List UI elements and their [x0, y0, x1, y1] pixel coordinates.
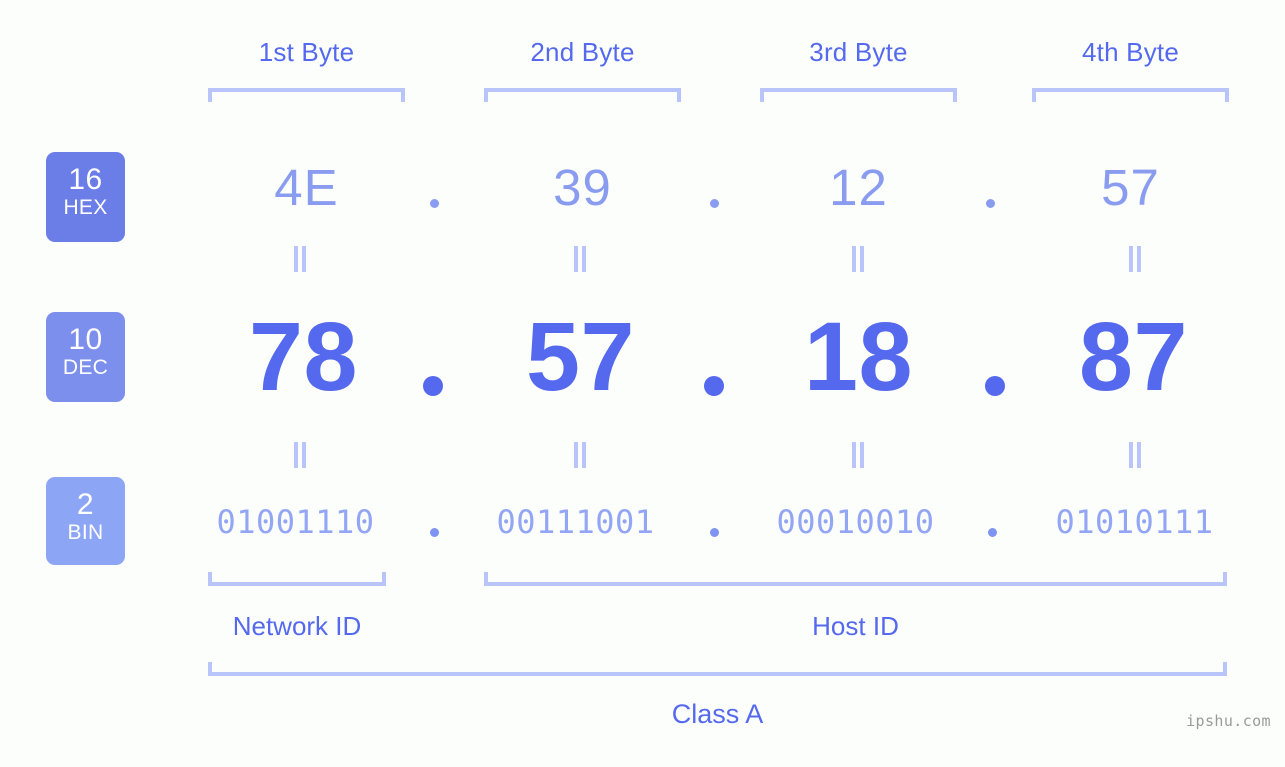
base-badge-bin-name: BIN: [67, 521, 104, 544]
base-badge-hex-number: 16: [68, 163, 103, 196]
hex-dot-separator-2: [710, 199, 719, 208]
network-id-label: Network ID: [232, 611, 362, 641]
byte-bracket-1: [208, 88, 405, 102]
hex-byte-4: 57: [1101, 159, 1160, 216]
dec-dot-separator-3: [985, 376, 1005, 396]
byte-bracket-3: [760, 88, 957, 102]
base-badge-dec: 10 DEC: [46, 312, 125, 402]
base-badge-bin: 2 BIN: [46, 477, 125, 565]
hex-dot-separator-1: [430, 199, 439, 208]
ip-class-bracket: [208, 662, 1227, 676]
byte-bracket-4: [1032, 88, 1229, 102]
equals-icon-dec-bin-4: [1128, 442, 1142, 468]
dec-byte-1: 78: [249, 302, 358, 411]
equals-icon-dec-bin-2: [573, 442, 587, 468]
base-badge-hex: 16 HEX: [46, 152, 125, 242]
byte-header-label-3: 3rd Byte: [809, 37, 908, 67]
bin-byte-4: 01010111: [1055, 503, 1214, 541]
bin-dot-separator-2: [710, 528, 719, 537]
byte-bracket-2: [484, 88, 681, 102]
dec-byte-3: 18: [804, 302, 913, 411]
byte-header-label-4: 4th Byte: [1082, 37, 1179, 67]
dec-byte-2: 57: [526, 302, 635, 411]
bin-dot-separator-3: [988, 528, 997, 537]
ip-class-label: Class A: [671, 699, 764, 729]
site-watermark: ipshu.com: [1186, 712, 1271, 730]
hex-byte-1: 4E: [274, 159, 339, 216]
equals-icon-hex-dec-3: [851, 246, 865, 272]
base-badge-bin-number: 2: [76, 488, 95, 521]
equals-icon-dec-bin-1: [293, 442, 307, 468]
equals-icon-dec-bin-3: [851, 442, 865, 468]
bin-byte-3: 00010010: [776, 503, 935, 541]
dec-dot-separator-1: [423, 376, 443, 396]
base-badge-hex-name: HEX: [63, 196, 108, 219]
bin-byte-1: 01001110: [216, 503, 375, 541]
equals-icon-hex-dec-4: [1128, 246, 1142, 272]
bin-byte-2: 00111001: [496, 503, 655, 541]
base-badge-dec-name: DEC: [62, 356, 109, 379]
byte-header-label-1: 1st Byte: [258, 37, 355, 67]
bin-dot-separator-1: [430, 528, 439, 537]
hex-dot-separator-3: [986, 199, 995, 208]
dec-dot-separator-2: [704, 376, 724, 396]
hex-byte-2: 39: [553, 159, 612, 216]
hex-byte-3: 12: [829, 159, 888, 216]
ip-address-breakdown-diagram: 1st Byte 2nd Byte 3rd Byte 4th Byte 16 H…: [0, 0, 1285, 767]
equals-icon-hex-dec-1: [293, 246, 307, 272]
base-badge-dec-number: 10: [68, 323, 103, 356]
dec-byte-4: 87: [1079, 302, 1188, 411]
byte-header-label-2: 2nd Byte: [530, 37, 635, 67]
network-id-bracket: [208, 572, 386, 586]
host-id-bracket: [484, 572, 1227, 586]
host-id-label: Host ID: [812, 611, 899, 641]
equals-icon-hex-dec-2: [573, 246, 587, 272]
